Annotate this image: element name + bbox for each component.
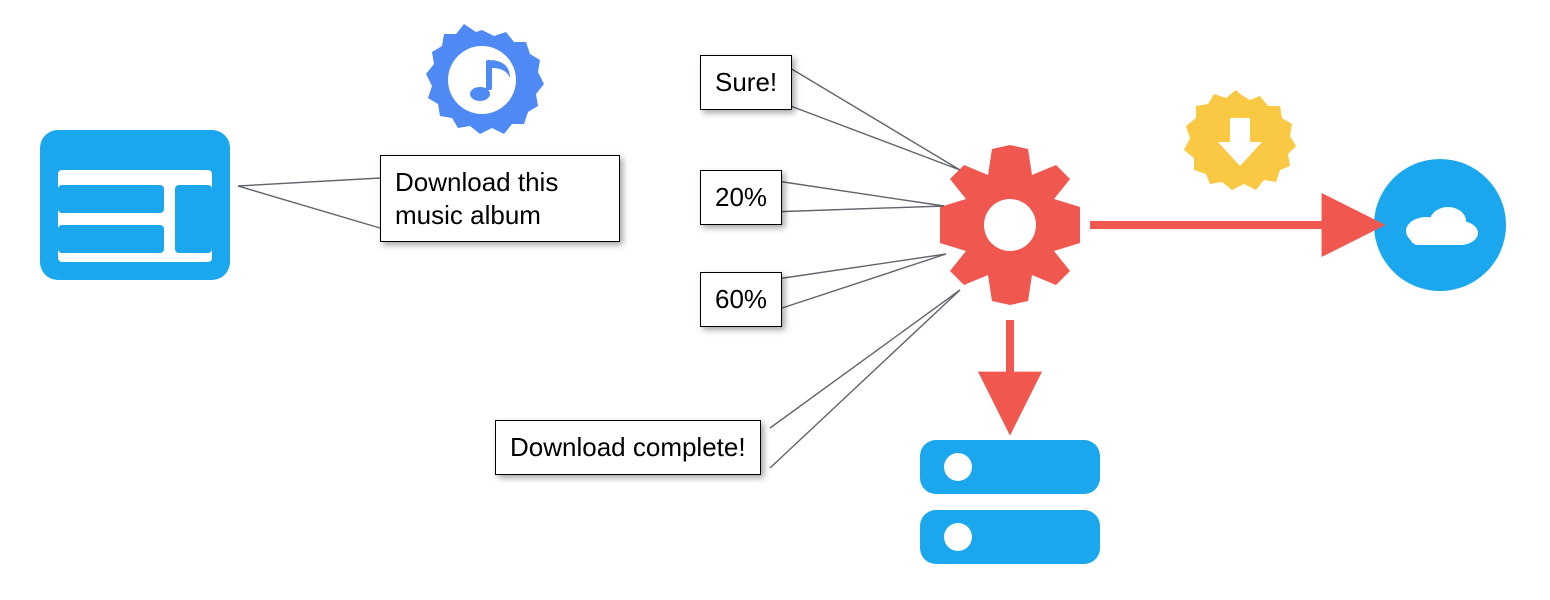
storage-servers-icon: [920, 440, 1100, 564]
leader-60: [770, 254, 946, 312]
music-note-badge-icon: [426, 24, 544, 134]
label-20: 20%: [700, 170, 782, 225]
gear-icon: [940, 145, 1080, 305]
leader-20: [770, 180, 944, 212]
label-done: Download complete!: [495, 420, 761, 475]
diagram-canvas: Download this music album Sure! 20% 60% …: [0, 0, 1550, 600]
label-request: Download this music album: [380, 155, 620, 242]
download-badge-icon: [1184, 90, 1296, 190]
label-60: 60%: [700, 272, 782, 327]
cloud-icon: [1374, 159, 1506, 291]
leader-request: [238, 178, 380, 228]
leader-done: [770, 290, 960, 468]
label-sure: Sure!: [700, 55, 792, 110]
app-window-icon: [40, 130, 230, 280]
leader-sure: [780, 62, 960, 170]
